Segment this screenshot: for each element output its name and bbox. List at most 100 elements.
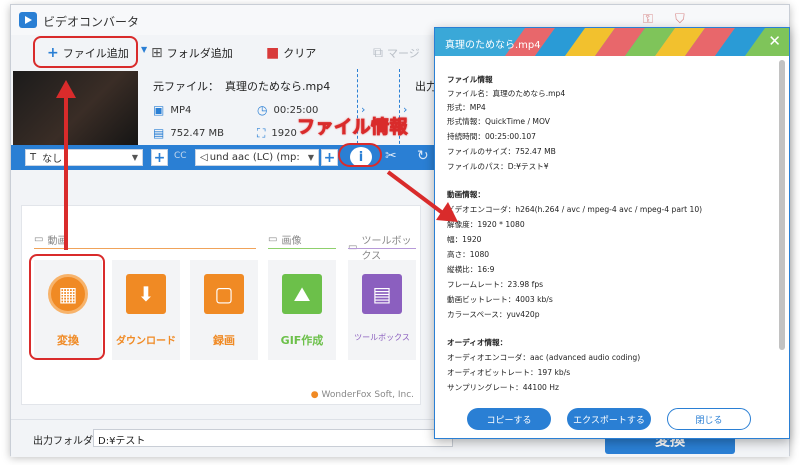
- folder-plus-icon: ⊞: [151, 45, 163, 61]
- image-icon: ▭: [268, 234, 278, 245]
- aspect-line: 縦横比：16:9: [447, 265, 495, 274]
- subtitle-value: なし: [42, 154, 63, 165]
- width-line: 幅：1920: [447, 235, 482, 244]
- format-info-line: 形式情報：QuickTime / MOV: [447, 117, 551, 126]
- video-encoder-line: ビデオエンコーダ：h264(h.264 / avc / mpeg-4 avc /…: [447, 205, 703, 214]
- audio-encoder-line: オーディオエンコーダ：aac (advanced audio coding): [447, 353, 641, 362]
- audio-icon: ◁: [200, 152, 208, 163]
- annotation-box-convert: [29, 254, 105, 360]
- section-image: ▭ 画像: [268, 232, 301, 247]
- add-subtitle-button[interactable]: +: [151, 149, 168, 166]
- text-icon: T: [30, 152, 37, 163]
- close-icon[interactable]: ✕: [768, 32, 781, 50]
- dialog-header: 真理のためなら.mp4 ✕: [435, 28, 789, 56]
- gif-tile-label: GIF作成: [280, 334, 324, 347]
- export-button[interactable]: エクスポートする: [567, 408, 651, 430]
- app-logo-icon: [19, 12, 37, 28]
- chevron-down-icon: ▼: [131, 153, 138, 162]
- resolution-meta: ⛶ 1920: [257, 126, 297, 141]
- rotate-icon[interactable]: ↻: [417, 148, 429, 164]
- size-meta: ▤ 752.47 MB: [153, 126, 224, 140]
- file-name-line: ファイル名：真理のためなら.mp4: [447, 89, 566, 98]
- toolbox-tile-label: ツールボックス: [354, 333, 410, 342]
- section-line: [348, 248, 416, 249]
- audio-value: und aac (LC) (mp:: [209, 152, 300, 163]
- key-icon[interactable]: ⚿: [643, 12, 653, 27]
- path-line: ファイルのパス：D:¥テスト¥: [447, 162, 549, 171]
- video-bitrate-line: 動画ビットレート：4003 kb/s: [447, 295, 553, 304]
- annotation-box-add-file: [33, 36, 138, 68]
- source-filename: 真理のためなら.mp4: [225, 80, 331, 93]
- audio-track-select[interactable]: ◁ und aac (LC) (mp: ▼: [195, 149, 319, 166]
- cc-icon[interactable]: CC: [174, 151, 187, 161]
- resolution-value: 1920: [271, 128, 297, 139]
- screen-record-icon: ▢: [204, 274, 244, 314]
- dialog-title: 真理のためなら.mp4: [445, 40, 541, 51]
- film-icon: ▭: [34, 234, 44, 245]
- add-audio-button[interactable]: +: [321, 149, 338, 166]
- clock-icon: ◷: [257, 103, 268, 117]
- video-thumbnail[interactable]: [13, 71, 138, 147]
- clear-button[interactable]: ■ クリア: [266, 45, 316, 61]
- file-info-heading: ファイル情報: [447, 75, 493, 84]
- toolbox-icon: ▭: [348, 241, 358, 253]
- toolbox-tile[interactable]: ▤ ツールボックス: [348, 260, 416, 360]
- add-folder-label: フォルダ追加: [166, 47, 233, 60]
- wonderfox-logo-icon: ●: [310, 390, 319, 400]
- trash-icon: ■: [266, 45, 280, 61]
- resolution-line: 解像度：1920 * 1080: [447, 220, 525, 229]
- cart-icon[interactable]: ⛉: [675, 12, 685, 27]
- add-file-dropdown-icon[interactable]: ▼: [141, 45, 147, 54]
- video-info-heading: 動画情報：: [447, 190, 485, 199]
- duration-line: 持続時間：00:25:00.107: [447, 132, 536, 141]
- dialog-body: ファイル情報 ファイル名：真理のためなら.mp4 形式：MP4 形式情報：Qui…: [435, 58, 777, 396]
- picture-icon: ⛰: [282, 274, 322, 314]
- merge-button[interactable]: ⧉ マージ: [373, 45, 420, 61]
- audio-info-heading: オーディオ情報：: [447, 338, 508, 347]
- merge-icon: ⧉: [373, 45, 383, 61]
- app-title: ビデオコンバータ: [43, 15, 140, 29]
- size-line: ファイルのサイズ：752.47 MB: [447, 147, 556, 156]
- subtitle-select[interactable]: T なし ▼: [25, 149, 143, 166]
- section-video-label: 動画: [47, 236, 68, 247]
- format-icon: ▣: [153, 103, 165, 117]
- gif-tile[interactable]: ⛰ GIF作成: [268, 260, 336, 360]
- resolution-icon: ⛶: [257, 126, 266, 140]
- output-folder-field[interactable]: D:¥テスト: [93, 429, 453, 447]
- scissors-icon[interactable]: ✂: [385, 148, 397, 164]
- format-meta: ▣ MP4: [153, 103, 191, 117]
- source-label: 元ファイル：: [153, 80, 219, 93]
- chevron-down-icon: ▼: [307, 153, 314, 162]
- frame-rate-line: フレームレート：23.98 fps: [447, 280, 544, 289]
- section-toolbox-label: ツールボックス: [361, 236, 412, 262]
- sample-rate-line: サンプリングレート：44100 Hz: [447, 383, 559, 392]
- annotation-label: ファイル情報: [297, 117, 409, 139]
- brand-text: WonderFox Soft, Inc.: [321, 390, 414, 400]
- merge-label: マージ: [387, 47, 420, 60]
- scrollbar-thumb[interactable]: [779, 60, 785, 350]
- audio-bitrate-line: オーディオビットレート：197 kb/s: [447, 368, 571, 377]
- color-space-line: カラースペース：yuv420p: [447, 310, 540, 319]
- size-value: 752.47 MB: [170, 127, 225, 139]
- record-tile[interactable]: ▢ 録画: [190, 260, 258, 360]
- height-line: 高さ：1080: [447, 250, 490, 259]
- format-value: MP4: [170, 104, 192, 116]
- section-image-label: 画像: [281, 236, 302, 247]
- toolbox-icon: ▤: [362, 274, 402, 314]
- copy-button[interactable]: コピーする: [467, 408, 551, 430]
- record-tile-label: 録画: [213, 334, 235, 347]
- clear-label: クリア: [283, 47, 317, 60]
- format-line: 形式：MP4: [447, 103, 486, 112]
- download-tile-label: ダウンロード: [116, 336, 176, 347]
- file-size-icon: ▤: [153, 126, 165, 140]
- close-button[interactable]: 閉じる: [667, 408, 751, 430]
- section-video: ▭ 動画: [34, 232, 67, 247]
- section-line: [268, 248, 336, 249]
- brand-mark: ● WonderFox Soft, Inc.: [311, 390, 414, 400]
- scrollbar[interactable]: [779, 60, 785, 350]
- add-folder-button[interactable]: ⊞ フォルダ追加: [151, 45, 233, 61]
- annotation-box-info: [338, 143, 382, 167]
- section-line: [34, 248, 256, 249]
- download-icon: ⬇: [126, 274, 166, 314]
- download-tile[interactable]: ⬇ ダウンロード: [112, 260, 180, 360]
